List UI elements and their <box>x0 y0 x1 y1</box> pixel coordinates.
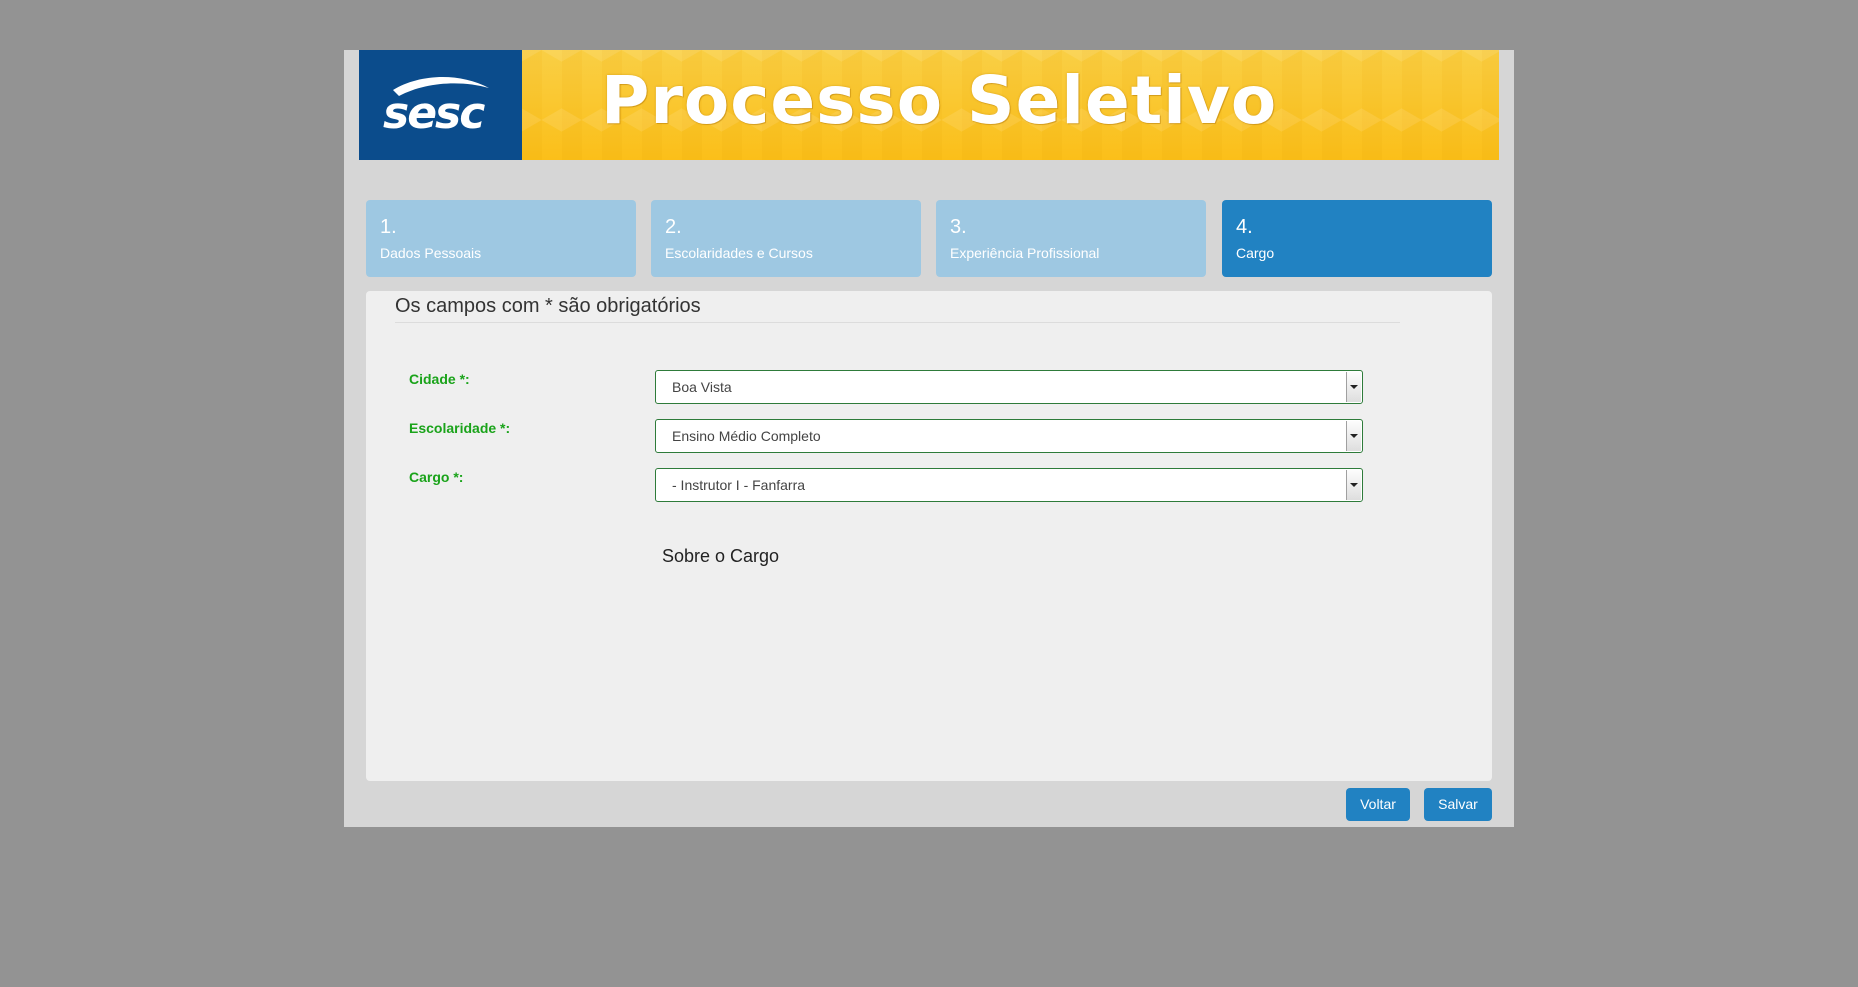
chevron-down-icon <box>1350 385 1358 389</box>
chevron-down-icon <box>1350 434 1358 438</box>
step-number: 2. <box>665 216 682 238</box>
cargo-label: Cargo *: <box>409 469 464 485</box>
sobre-o-cargo-title: Sobre o Cargo <box>662 546 780 566</box>
salvar-button[interactable]: Salvar <box>1424 788 1492 821</box>
sesc-logo: sesc <box>359 50 522 160</box>
wizard-steps: 1. Dados Pessoais 2. Escolaridades e Cur… <box>366 200 1492 277</box>
page-container: sesc Processo Seletivo 1. Dados Pessoais… <box>344 50 1514 827</box>
step-number: 4. <box>1236 216 1253 238</box>
cidade-selected-value: Boa Vista <box>672 379 732 395</box>
escolaridade-dropdown-button[interactable] <box>1346 421 1361 451</box>
cargo-select[interactable]: - Instrutor I - Fanfarra <box>655 468 1363 502</box>
form-panel: Os campos com * são obrigatórios Cidade … <box>366 291 1492 781</box>
header-banner: sesc Processo Seletivo <box>359 50 1499 160</box>
step-dados-pessoais[interactable]: 1. Dados Pessoais <box>366 200 636 277</box>
step-label: Dados Pessoais <box>380 245 482 261</box>
step-label: Escolaridades e Cursos <box>665 245 813 261</box>
step-experiencia-profissional[interactable]: 3. Experiência Profissional <box>936 200 1206 277</box>
cidade-select[interactable]: Boa Vista <box>655 370 1363 404</box>
required-fields-heading: Os campos com * são obrigatórios <box>395 295 1400 323</box>
step-number: 3. <box>950 216 967 238</box>
voltar-button[interactable]: Voltar <box>1346 788 1410 821</box>
step-cargo[interactable]: 4. Cargo <box>1222 200 1492 277</box>
escolaridade-label: Escolaridade *: <box>409 420 511 436</box>
cidade-dropdown-button[interactable] <box>1346 372 1361 402</box>
cargo-dropdown-button[interactable] <box>1346 470 1361 500</box>
cargo-selected-value: - Instrutor I - Fanfarra <box>672 477 806 493</box>
step-label: Experiência Profissional <box>950 245 1100 261</box>
sesc-logo-mark: sesc <box>383 76 489 136</box>
step-escolaridades-cursos[interactable]: 2. Escolaridades e Cursos <box>651 200 921 277</box>
chevron-down-icon <box>1350 483 1358 487</box>
cidade-label: Cidade *: <box>409 371 470 387</box>
banner-title: Processo Seletivo <box>601 62 1278 139</box>
logo-text: sesc <box>383 88 485 136</box>
escolaridade-selected-value: Ensino Médio Completo <box>672 428 821 444</box>
escolaridade-select[interactable]: Ensino Médio Completo <box>655 419 1363 453</box>
step-number: 1. <box>380 216 397 238</box>
step-label: Cargo <box>1236 245 1275 261</box>
